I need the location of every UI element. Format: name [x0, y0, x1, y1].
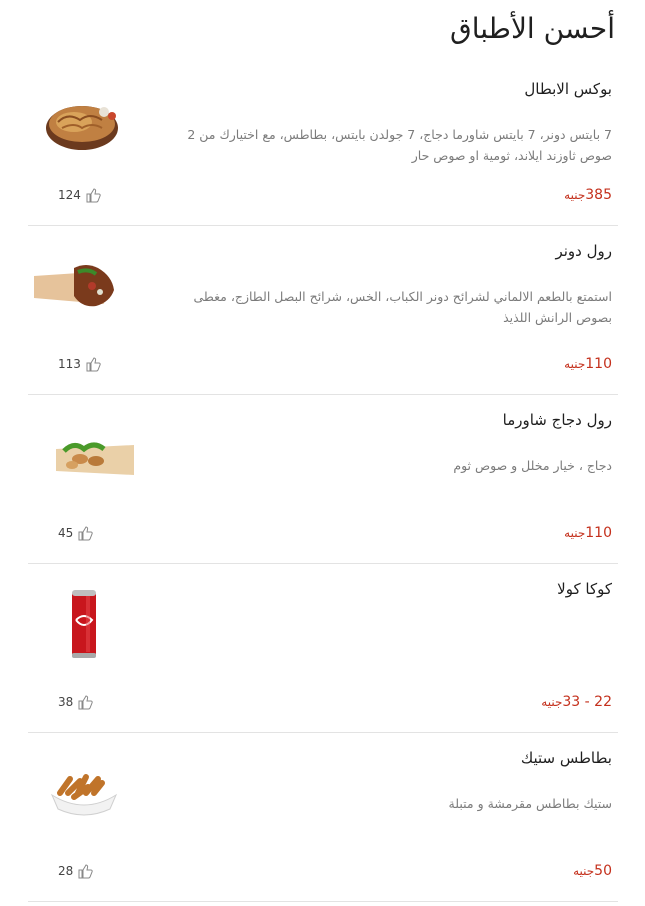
soda-can-icon[interactable] — [34, 584, 134, 664]
dish-description: استمتع بالطعم الالماني لشرائح دونر الكبا… — [193, 289, 612, 325]
list-item[interactable]: رول دجاج شاورما دجاج ، خيار مخلل و صوص ث… — [28, 395, 618, 564]
menu-page: أحسن الأطباق بوكس الابطال 7 بايتس دونر، … — [0, 0, 645, 906]
thumbs-up-icon[interactable] — [85, 356, 101, 372]
section-title: أحسن الأطباق — [449, 12, 615, 45]
likes-count: 124 — [58, 188, 81, 202]
currency-label: جنيه — [564, 188, 586, 202]
list-item[interactable]: رول دونر استمتع بالطعم الالماني لشرائح د… — [28, 226, 618, 395]
dish-name: رول دونر — [555, 242, 612, 260]
fries-bowl-icon[interactable] — [34, 753, 134, 833]
wrap-roll-icon[interactable] — [34, 246, 134, 326]
price-value: 110 — [585, 356, 612, 372]
price-value: 110 — [585, 525, 612, 541]
dish-name: بطاطس ستيك — [520, 749, 612, 767]
thumbs-up-icon[interactable] — [77, 863, 93, 879]
dish-price: 110جنيه — [564, 525, 612, 541]
likes-count: 113 — [58, 357, 81, 371]
list-item[interactable]: بطاطس ستيك ستيك بطاطس مقرمشة و متبلة 50ج… — [28, 733, 618, 902]
food-platter-icon[interactable] — [34, 84, 134, 164]
dish-description: دجاج ، خيار مخلل و صوص ثوم — [453, 458, 612, 473]
thumbs-up-icon[interactable] — [77, 694, 93, 710]
dish-description: 7 بايتس دونر، 7 بايتس شاورما دجاج، 7 جول… — [187, 127, 612, 163]
likes-counter[interactable]: 28 — [58, 863, 93, 879]
dish-price: 50جنيه — [573, 863, 612, 879]
likes-count: 28 — [58, 864, 74, 878]
price-value: 22 - 33 — [562, 694, 612, 710]
dish-name: بوكس الابطال — [524, 80, 612, 98]
dish-list: بوكس الابطال 7 بايتس دونر، 7 بايتس شاورم… — [28, 64, 618, 902]
dish-price: 385جنيه — [564, 187, 612, 203]
currency-label: جنيه — [573, 864, 595, 878]
likes-counter[interactable]: 113 — [58, 356, 101, 372]
currency-label: جنيه — [564, 357, 586, 371]
likes-counter[interactable]: 124 — [58, 187, 101, 203]
chicken-wrap-icon[interactable] — [34, 415, 134, 495]
thumbs-up-icon[interactable] — [77, 525, 93, 541]
price-value: 50 — [594, 863, 612, 879]
dish-name: رول دجاج شاورما — [502, 411, 612, 429]
currency-label: جنيه — [541, 695, 563, 709]
list-item[interactable]: بوكس الابطال 7 بايتس دونر، 7 بايتس شاورم… — [28, 64, 618, 226]
thumbs-up-icon[interactable] — [85, 187, 101, 203]
dish-name: كوكا كولا — [557, 580, 612, 598]
dish-description: ستيك بطاطس مقرمشة و متبلة — [448, 796, 612, 811]
likes-count: 45 — [58, 526, 74, 540]
likes-counter[interactable]: 45 — [58, 525, 93, 541]
currency-label: جنيه — [564, 526, 586, 540]
list-item[interactable]: كوكا كولا 22 - 33جنيه 38 — [28, 564, 618, 733]
likes-count: 38 — [58, 695, 74, 709]
dish-price: 22 - 33جنيه — [541, 694, 612, 710]
dish-price: 110جنيه — [564, 356, 612, 372]
likes-counter[interactable]: 38 — [58, 694, 93, 710]
price-value: 385 — [585, 187, 612, 203]
